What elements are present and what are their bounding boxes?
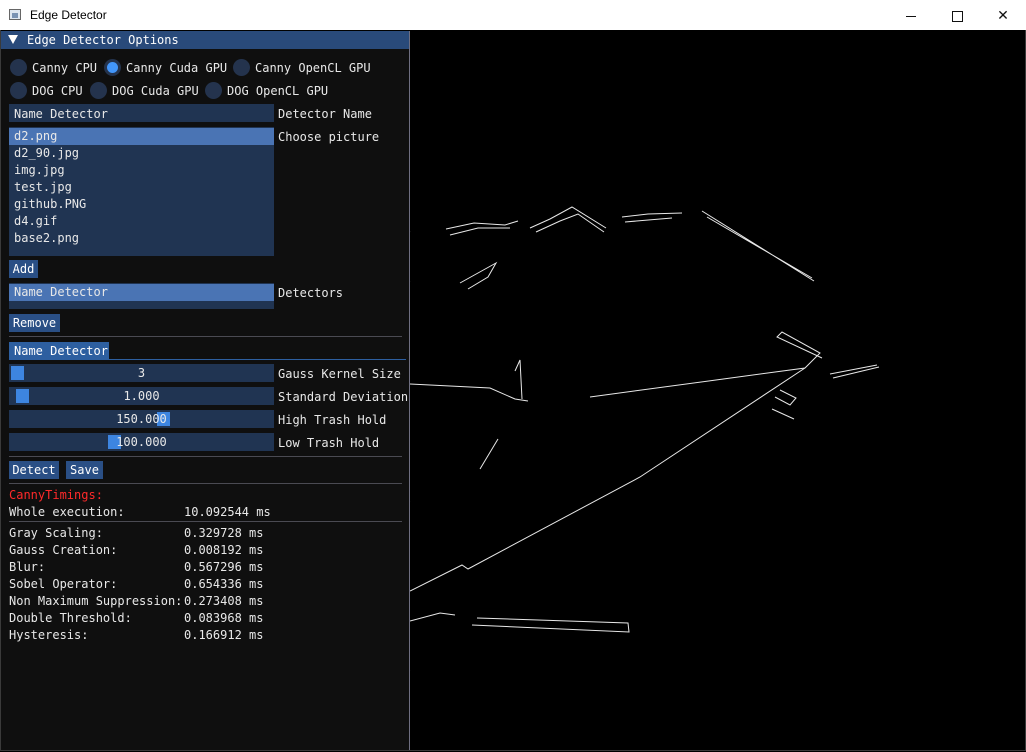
radio-label: Canny Cuda GPU	[126, 61, 228, 75]
slider-label: Standard Deviation	[278, 390, 409, 404]
timing-value: 0.329728 ms	[184, 526, 264, 540]
slider-label: Low Trash Hold	[278, 436, 380, 450]
timing-value: 0.273408 ms	[184, 594, 264, 608]
close-icon: ✕	[997, 7, 1009, 23]
detector-name-label: Detector Name	[278, 107, 372, 121]
timing-label: Gauss Creation:	[9, 543, 118, 557]
slider-value: 1.000	[123, 389, 160, 403]
add-button[interactable]: Add	[9, 260, 38, 278]
edge-lines	[410, 206, 880, 671]
radio-label: DOG Cuda GPU	[112, 84, 199, 98]
radio-label: DOG OpenCL GPU	[227, 84, 329, 98]
close-button[interactable]: ✕	[980, 0, 1026, 30]
choose-picture-label: Choose picture	[278, 130, 380, 144]
maximize-button[interactable]	[934, 0, 980, 30]
options-panel: Edge Detector Options Canny CPU Canny Cu…	[1, 31, 410, 750]
low-threshold-slider[interactable]: 100.000	[9, 433, 274, 451]
radio-label: Canny OpenCL GPU	[255, 61, 371, 75]
timing-value: 0.654336 ms	[184, 577, 264, 591]
timing-label: Gray Scaling:	[9, 526, 103, 540]
radio-label: Canny CPU	[32, 61, 98, 75]
timing-value: 0.166912 ms	[184, 628, 264, 642]
timing-value: 10.092544 ms	[184, 505, 271, 519]
list-item[interactable]: test.jpg	[9, 179, 274, 196]
title-bar: Edge Detector ✕	[0, 0, 1026, 30]
timing-label: Whole execution:	[9, 505, 125, 519]
timing-label: Hysteresis:	[9, 628, 89, 642]
list-item[interactable]: Name Detector	[9, 284, 274, 301]
slider-label: High Trash Hold	[278, 413, 387, 427]
timing-value: 0.083968 ms	[184, 611, 264, 625]
list-item[interactable]: github.PNG	[9, 196, 274, 213]
app-icon	[9, 9, 21, 20]
timing-value: 0.567296 ms	[184, 560, 264, 574]
list-item[interactable]: d4.gif	[9, 213, 274, 230]
radio-canny-opencl-gpu[interactable]	[233, 59, 250, 76]
timing-label: Sobel Operator:	[9, 577, 118, 591]
list-item[interactable]: img.jpg	[9, 162, 274, 179]
panel-title: Edge Detector Options	[27, 33, 179, 47]
std-deviation-slider[interactable]: 1.000	[9, 387, 274, 405]
slider-value: 3	[137, 366, 146, 380]
radio-dog-cpu[interactable]	[10, 82, 27, 99]
separator	[9, 456, 402, 457]
list-item[interactable]: d2_90.jpg	[9, 145, 274, 162]
tab-underline	[9, 359, 406, 360]
radio-label: DOG CPU	[32, 84, 83, 98]
minimize-button[interactable]	[888, 0, 934, 30]
radio-canny-cuda-gpu[interactable]	[104, 59, 121, 76]
collapse-arrow-icon[interactable]	[8, 35, 18, 44]
save-button[interactable]: Save	[66, 461, 103, 479]
panel-header[interactable]: Edge Detector Options	[1, 31, 409, 49]
radio-dog-cuda-gpu[interactable]	[90, 82, 107, 99]
timing-value: 0.008192 ms	[184, 543, 264, 557]
maximize-icon	[951, 10, 963, 22]
list-item[interactable]: d2.png	[9, 128, 274, 145]
slider-value: 150.000	[116, 412, 167, 426]
detector-name-value: Name Detector	[14, 107, 108, 121]
slider-label: Gauss Kernel Size	[278, 367, 401, 381]
radio-canny-cpu[interactable]	[10, 59, 27, 76]
edge-output-canvas	[410, 31, 1024, 750]
slider-value: 100.000	[116, 435, 167, 449]
timing-label: Non Maximum Suppression:	[9, 594, 183, 608]
separator	[9, 483, 402, 484]
separator	[9, 336, 402, 337]
picture-listbox[interactable]: d2.png d2_90.jpg img.jpg test.jpg github…	[9, 127, 274, 256]
detector-name-input[interactable]: Name Detector	[9, 104, 274, 122]
timings-title: CannyTimings:	[9, 488, 103, 502]
timing-label: Blur:	[9, 560, 46, 574]
radio-dog-opencl-gpu[interactable]	[205, 82, 222, 99]
tab-name-detector[interactable]: Name Detector	[9, 342, 109, 359]
list-item[interactable]: base2.png	[9, 230, 274, 247]
detectors-listbox[interactable]: Name Detector	[9, 283, 274, 309]
window-title: Edge Detector	[30, 8, 107, 22]
gauss-kernel-slider[interactable]: 3	[9, 364, 274, 382]
detect-button[interactable]: Detect	[9, 461, 59, 479]
timing-label: Double Threshold:	[9, 611, 132, 625]
separator	[9, 521, 402, 522]
high-threshold-slider[interactable]: 150.000	[9, 410, 274, 428]
minimize-icon	[906, 15, 916, 17]
detectors-label: Detectors	[278, 286, 344, 300]
remove-button[interactable]: Remove	[9, 314, 60, 332]
